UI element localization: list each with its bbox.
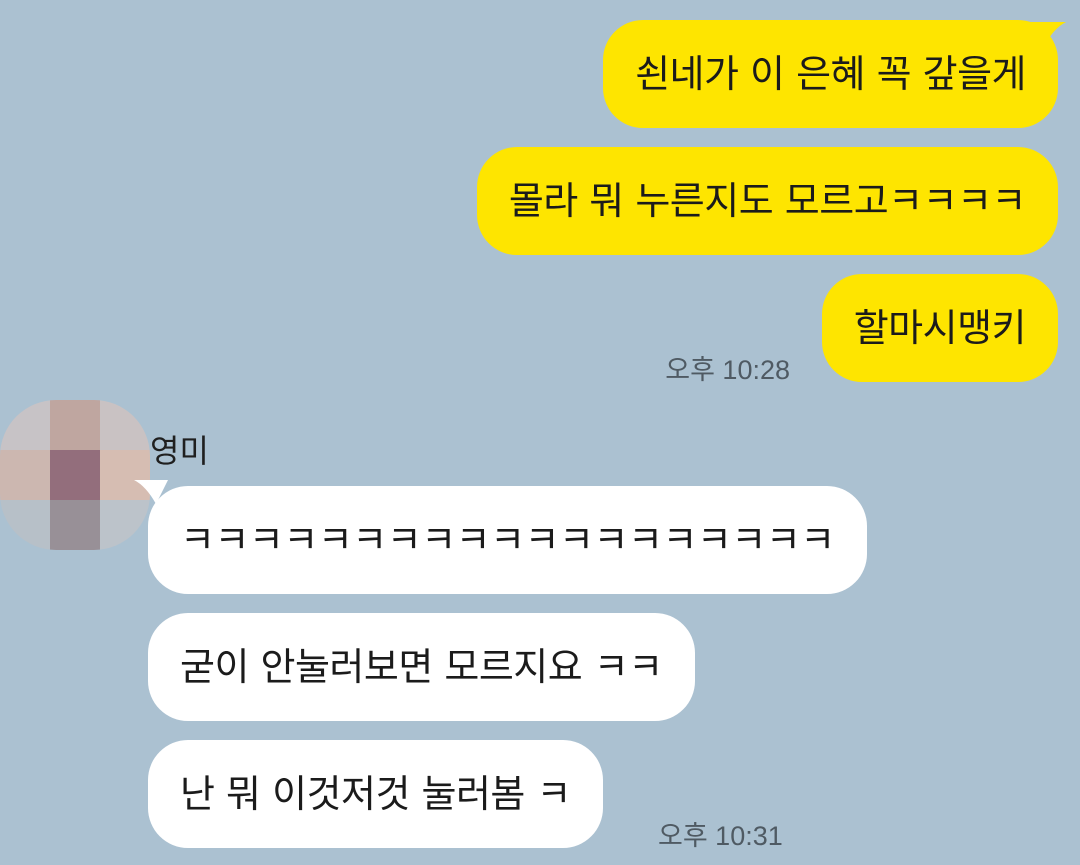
message-text: 쇤네가 이 은혜 꼭 갚을게 — [635, 52, 1026, 96]
sent-message-bubble[interactable]: 할마시맹키 — [821, 274, 1058, 382]
avatar-pixel — [50, 400, 100, 450]
avatar-pixel — [50, 450, 100, 500]
avatar-pixel — [0, 450, 50, 500]
received-message-bubble[interactable]: 굳이 안눌러보면 모르지요 ㅋㅋ — [148, 613, 695, 721]
avatar-pixel — [0, 500, 50, 550]
sender-name: 영미 — [150, 432, 209, 470]
avatar-pixel — [100, 500, 150, 550]
message-text: 굳이 안눌러보면 모르지요 ㅋㅋ — [180, 645, 663, 689]
received-message-bubble[interactable]: ㅋㅋㅋㅋㅋㅋㅋㅋㅋㅋㅋㅋㅋㅋㅋㅋㅋㅋㅋ — [148, 486, 867, 594]
sender-avatar[interactable] — [0, 400, 150, 550]
message-text: 몰라 뭐 누른지도 모르고ㅋㅋㅋㅋ — [508, 179, 1027, 223]
message-text: 난 뭐 이것저것 눌러봄 ㅋ — [180, 772, 571, 816]
message-text: ㅋㅋㅋㅋㅋㅋㅋㅋㅋㅋㅋㅋㅋㅋㅋㅋㅋㅋㅋ — [180, 518, 835, 562]
sent-message-bubble[interactable]: 몰라 뭐 누른지도 모르고ㅋㅋㅋㅋ — [476, 147, 1058, 255]
received-timestamp: 오후 10:31 — [658, 821, 783, 851]
avatar-pixel — [0, 400, 50, 450]
sent-timestamp: 오후 10:28 — [665, 355, 790, 385]
avatar-pixel — [100, 400, 150, 450]
sent-message-bubble[interactable]: 쇤네가 이 은혜 꼭 갚을게 — [603, 20, 1058, 128]
message-text: 할마시맹키 — [853, 306, 1027, 350]
received-message-bubble[interactable]: 난 뭐 이것저것 눌러봄 ㅋ — [148, 740, 603, 848]
avatar-pixel — [50, 500, 100, 550]
